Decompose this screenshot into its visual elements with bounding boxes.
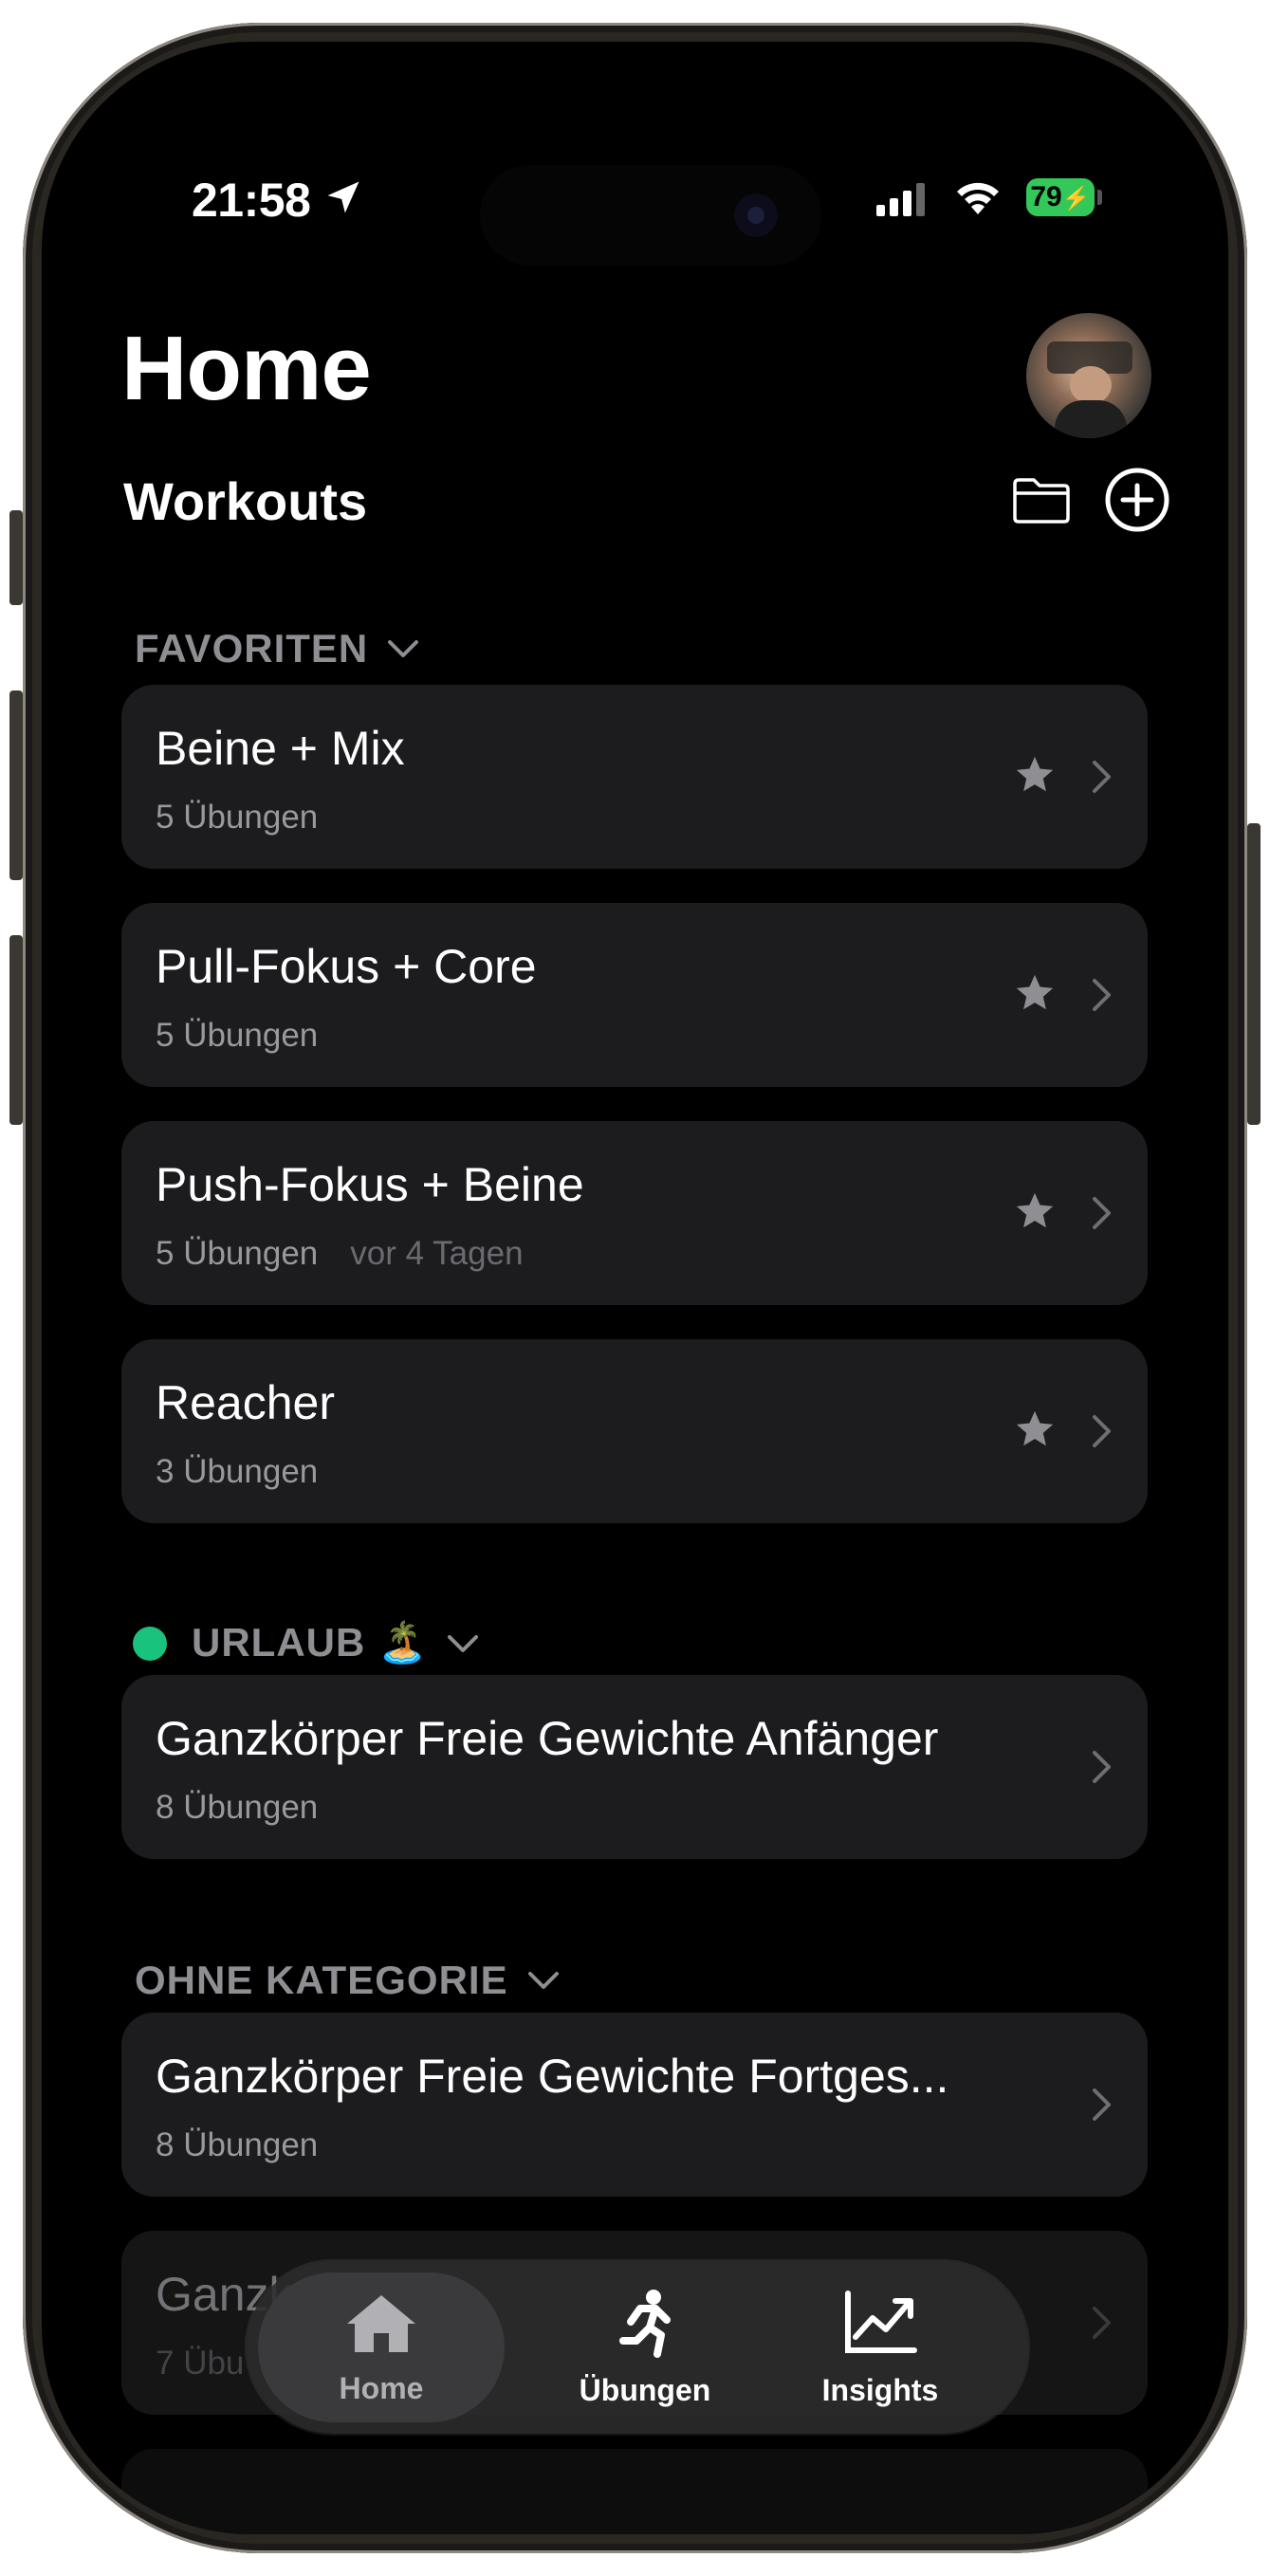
tab-uebungen[interactable]: Übungen [531, 2261, 759, 2434]
chevron-right-icon [1093, 1751, 1111, 1783]
volume-up-button [9, 690, 23, 880]
section-header-favoriten[interactable]: FAVORITEN [135, 626, 419, 672]
chart-line-icon [845, 2291, 917, 2353]
workout-card[interactable]: Beine + Mix 5 Übungen [121, 685, 1148, 869]
exercise-count: 5 Übungen [156, 1017, 319, 1054]
action-button [9, 510, 23, 605]
chevron-right-icon [1093, 979, 1111, 1011]
tab-label: Übungen [579, 2373, 711, 2407]
exercise-count: 8 Übungen [156, 1789, 319, 1826]
workout-name: Push-Fokus + Beine [156, 1158, 584, 1211]
chevron-down-icon [448, 1634, 479, 1652]
workout-card[interactable]: Reacher 3 Übungen [121, 1339, 1148, 1523]
power-button [1247, 823, 1261, 1125]
running-figure-icon [619, 2290, 671, 2358]
battery-cap [1097, 190, 1102, 205]
battery-indicator: 79⚡ [1026, 178, 1095, 216]
workout-name: Reacher [156, 1376, 335, 1429]
tab-bar: Home Übungen Insights [247, 2261, 1028, 2434]
workout-meta: 8 Übungen [156, 1789, 318, 1827]
exercise-count: 7 Übu [156, 2345, 245, 2382]
page-title: Home [121, 318, 372, 419]
workout-card[interactable]: Ganzkörper Freie Gewichte Anfänger 8 Übu… [121, 1675, 1148, 1859]
exercise-count: 8 Übungen [156, 2126, 319, 2163]
section-label: OHNE KATEGORIE [135, 1958, 508, 2002]
chevron-right-icon [1093, 2307, 1111, 2339]
tab-home[interactable]: Home [258, 2272, 505, 2422]
workout-name: Ganzkörper Freie Gewichte Fortges... [156, 2050, 949, 2103]
star-icon[interactable] [1013, 1408, 1057, 1451]
section-header-ohne-kategorie[interactable]: OHNE KATEGORIE [135, 1958, 560, 2003]
chevron-right-icon [1093, 1415, 1111, 1447]
chevron-right-icon [1093, 761, 1111, 793]
battery-level: 79 [1030, 181, 1062, 212]
house-icon [347, 2295, 415, 2352]
star-icon[interactable] [1013, 753, 1057, 797]
section-label: FAVORITEN [135, 626, 369, 671]
chevron-down-icon [388, 640, 419, 657]
wifi-icon [957, 182, 999, 214]
front-camera [734, 193, 778, 237]
cellular-signal-icon [876, 183, 925, 216]
star-icon[interactable] [1013, 971, 1057, 1015]
workout-meta: 7 Übu [156, 2345, 244, 2383]
exercise-count: 3 Übungen [156, 1453, 319, 1490]
folder-icon[interactable] [1011, 476, 1072, 525]
tab-insights[interactable]: Insights [766, 2261, 994, 2434]
exercise-count: 5 Übungen [156, 799, 319, 836]
workout-card[interactable]: Push-Fokus + Beine 5 Übungen vor 4 Tagen [121, 1121, 1148, 1305]
exercise-count: 5 Übungen [156, 1235, 319, 1272]
workout-meta: 8 Übungen [156, 2126, 318, 2164]
star-icon[interactable] [1013, 1189, 1057, 1233]
workout-name: Pull-Fokus + Core [156, 940, 537, 993]
workout-name: Beine + Mix [156, 722, 405, 775]
status-bar: 21:58 79⚡ [42, 42, 1228, 266]
location-arrow-icon [327, 181, 359, 213]
last-performed: vor 4 Tagen [350, 1235, 524, 1272]
chevron-right-icon [1093, 2088, 1111, 2121]
category-color-dot [133, 1626, 167, 1661]
workout-meta: 3 Übungen [156, 1453, 318, 1491]
section-title-workouts: Workouts [123, 471, 368, 531]
profile-avatar[interactable] [1026, 313, 1151, 438]
workout-meta: 5 Übungen vor 4 Tagen [156, 1235, 524, 1273]
workout-name: Ganzkörper Freie Gewichte Anfänger [156, 1712, 939, 1765]
chevron-right-icon [1093, 1197, 1111, 1229]
screen: 21:58 79⚡ Home Workouts FAVORITEN Beine … [42, 42, 1228, 2534]
tab-label: Home [339, 2371, 424, 2405]
volume-down-button [9, 935, 23, 1125]
chevron-down-icon [527, 1972, 559, 1989]
section-header-urlaub[interactable]: URLAUB 🏝️ [133, 1620, 479, 1666]
section-label: URLAUB 🏝️ [192, 1620, 429, 1665]
add-workout-button[interactable] [1104, 467, 1170, 533]
workout-meta: 5 Übungen [156, 1017, 318, 1055]
workout-meta: 5 Übungen [156, 799, 318, 837]
workout-card[interactable]: Ganzkörper Freie Gewichte Fortges... 8 Ü… [121, 2013, 1148, 2197]
workout-card[interactable] [121, 2449, 1148, 2534]
tab-label: Insights [821, 2373, 939, 2407]
workout-card[interactable]: Pull-Fokus + Core 5 Übungen [121, 903, 1148, 1087]
status-time: 21:58 [192, 174, 311, 227]
